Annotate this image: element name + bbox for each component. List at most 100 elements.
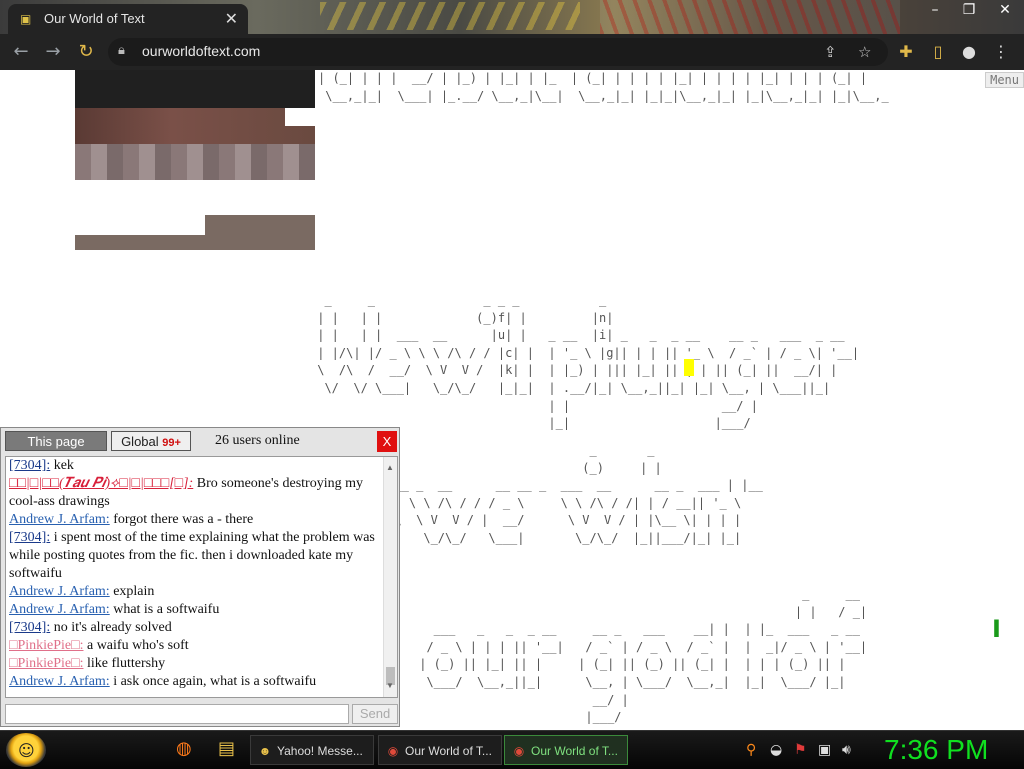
os-taskbar: ☺ ◍ ▤ ☻ Yahoo! Messe... ◉ Our World of T..… [0, 730, 1024, 769]
chat-message-log[interactable]: [7304]: kek □□|□|□□(𝑻𝒂𝒖 𝑷𝒊)⟡□|□|□□□[□]: B… [5, 456, 398, 698]
pixel-art-row [75, 70, 315, 108]
site-favicon-icon: ▣ [20, 12, 32, 26]
url-text: ourworldoftext.com [142, 43, 261, 59]
taskbar-button-label: Our World of T... [531, 744, 618, 758]
restore-button[interactable]: ❐ [952, 0, 986, 22]
chat-message-text: kek [50, 458, 74, 473]
chat-message-text: no it's already solved [50, 620, 172, 635]
chat-username[interactable]: Andrew J. Arfam: [9, 584, 110, 599]
chrome-icon: ◉ [513, 744, 525, 758]
chat-message: [7304]: kek [6, 457, 397, 475]
tab-title: Our World of Text [44, 11, 145, 26]
taskbar-button-chrome-2[interactable]: ◉ Our World of T... [504, 735, 628, 765]
ascii-art-we-will-plunger: _ _ _ _ _ _ | | | | (_)f| | |n| | | | | … [317, 293, 860, 431]
chat-username[interactable]: Andrew J. Arfam: [9, 602, 110, 617]
chat-send-button[interactable]: Send [352, 704, 398, 724]
taskbar-button-label: Yahoo! Messe... [277, 744, 363, 758]
chat-message-text: like fluttershy [83, 656, 166, 671]
tab-this-page[interactable]: This page [5, 431, 107, 451]
scroll-up-arrow-icon[interactable]: ▲ [386, 459, 394, 477]
ascii-art-we-wish: _ _ (_) | | __ _ __ __ __ _ ___ __ __ _ … [380, 443, 763, 545]
chat-username[interactable]: [7304]: [9, 620, 50, 635]
action-center-flag-icon[interactable]: ⚑ [794, 741, 807, 759]
chat-message-text: i ask once again, what is a softwaifu [109, 674, 317, 689]
address-bar[interactable]: 🔒︎ ourworldoftext.com ⇪ ☆ [108, 38, 888, 66]
window-close-button[interactable]: ✕ [988, 0, 1022, 22]
yahoo-messenger-icon: ☻ [258, 744, 272, 758]
ibeam-cursor-icon: I [992, 615, 1001, 643]
pixel-art-row [75, 108, 315, 144]
lock-icon: 🔒︎ [118, 43, 125, 58]
messenger-tray-icon[interactable]: ◒ [770, 741, 782, 759]
chat-message: Andrew J. Arfam: what is a softwaifu [6, 601, 397, 619]
chat-username[interactable]: [7304]: [9, 530, 50, 545]
network-icon[interactable]: ▣ [818, 741, 831, 759]
chat-message-input[interactable] [5, 704, 349, 724]
window-titlebar: ▣ Our World of Text ✕ – ❐ ✕ [0, 0, 1024, 34]
browser-tab[interactable]: ▣ Our World of Text ✕ [8, 4, 248, 34]
browser-toolbar: ← → ↻ 🔒︎ ourworldoftext.com ⇪ ☆ ✚ ▯ ● ⋮ [0, 34, 1024, 70]
taskbar-button-chrome-1[interactable]: ◉ Our World of T... [378, 735, 502, 765]
bookmark-star-icon[interactable]: ☆ [858, 43, 871, 61]
pixel-art-gap [285, 108, 315, 126]
titlebar-theme-art-2 [600, 0, 900, 34]
chat-username[interactable]: □PinkiePie□: [9, 656, 83, 671]
tab-close-icon[interactable]: ✕ [225, 9, 238, 28]
chat-message-text: explain [109, 584, 155, 599]
minimize-button[interactable]: – [918, 0, 952, 22]
chat-messages: [7304]: kek □□|□|□□(𝑻𝒂𝒖 𝑷𝒊)⟡□|□|□□□[□]: B… [6, 457, 397, 691]
tab-global-label: Global [121, 434, 159, 449]
reload-icon[interactable]: ↻ [75, 42, 97, 64]
firefox-icon[interactable]: ◍ [176, 739, 192, 759]
pixel-art-row [75, 235, 315, 250]
menu-button[interactable]: Menu [985, 72, 1024, 88]
pixel-art-row [75, 144, 315, 180]
chat-message-text: forgot there was a - there [109, 512, 254, 527]
start-smiley-icon: ☺ [18, 741, 35, 760]
chat-username[interactable]: □□|□|□□(𝑻𝒂𝒖 𝑷𝒊)⟡□|□|□□□[□]: [9, 476, 193, 491]
chat-message-text: what is a softwaifu [109, 602, 220, 617]
file-explorer-icon[interactable]: ▤ [218, 739, 235, 759]
chat-message: □PinkiePie□: a waifu who's soft [6, 637, 397, 655]
ascii-art-top: | (_| | | | __/ | |_) | |_| | |_ | (_| |… [318, 71, 889, 103]
chat-message: Andrew J. Arfam: i ask once again, what … [6, 673, 397, 691]
chat-scrollbar[interactable]: ▲ ▼ [383, 457, 397, 697]
chat-username[interactable]: [7304]: [9, 458, 50, 473]
chat-username[interactable]: □PinkiePie□: [9, 638, 83, 653]
chrome-icon: ◉ [387, 744, 399, 758]
titlebar-theme-art [320, 2, 580, 30]
chat-message: □PinkiePie□: like fluttershy [6, 655, 397, 673]
side-panel-icon[interactable]: ▯ [927, 42, 949, 62]
tab-global[interactable]: Global 99+ [111, 431, 191, 451]
chat-header: This page Global 99+ 26 users online X [1, 428, 399, 456]
chat-username[interactable]: Andrew J. Arfam: [9, 512, 110, 527]
share-icon[interactable]: ⇪ [824, 43, 837, 61]
users-online-count: 26 users online [215, 433, 300, 448]
ascii-art-our-god-for: _ __ | | / _| ___ _ _ _ __ __ _ ___ __| … [419, 587, 868, 725]
start-button[interactable]: ☺ [6, 733, 46, 767]
chat-message: Andrew J. Arfam: forgot there was a - th… [6, 511, 397, 529]
chat-message: Andrew J. Arfam: explain [6, 583, 397, 601]
chat-panel: This page Global 99+ 26 users online X [… [0, 427, 400, 727]
text-cursor-highlight [684, 359, 694, 376]
pixel-art-block [205, 215, 315, 235]
taskbar-clock[interactable]: 7:36 PM [884, 733, 988, 767]
chat-message: [7304]: i spent most of the time explain… [6, 529, 397, 583]
global-unread-badge: 99+ [162, 437, 181, 449]
extensions-icon[interactable]: ✚ [895, 42, 917, 62]
chat-username[interactable]: Andrew J. Arfam: [9, 674, 110, 689]
chat-message-text: a waifu who's soft [83, 638, 189, 653]
scroll-down-arrow-icon[interactable]: ▼ [386, 677, 394, 695]
chat-close-button[interactable]: X [377, 431, 397, 452]
chat-message: [7304]: no it's already solved [6, 619, 397, 637]
taskbar-button-label: Our World of T... [405, 744, 492, 758]
profile-avatar-icon[interactable]: ● [958, 42, 980, 62]
chat-message: □□|□|□□(𝑻𝒂𝒖 𝑷𝒊)⟡□|□|□□□[□]: Bro someone'… [6, 475, 397, 511]
forward-arrow-icon[interactable]: → [42, 42, 64, 64]
back-arrow-icon[interactable]: ← [10, 42, 32, 64]
taskbar-button-yahoo[interactable]: ☻ Yahoo! Messe... [250, 735, 374, 765]
search-icon[interactable]: ⚲ [746, 741, 756, 759]
menu-kebab-icon[interactable]: ⋮ [990, 42, 1012, 62]
volume-icon[interactable]: 🔊︎ [842, 741, 851, 759]
chat-message-text: i spent most of the time explaining what… [9, 530, 375, 581]
